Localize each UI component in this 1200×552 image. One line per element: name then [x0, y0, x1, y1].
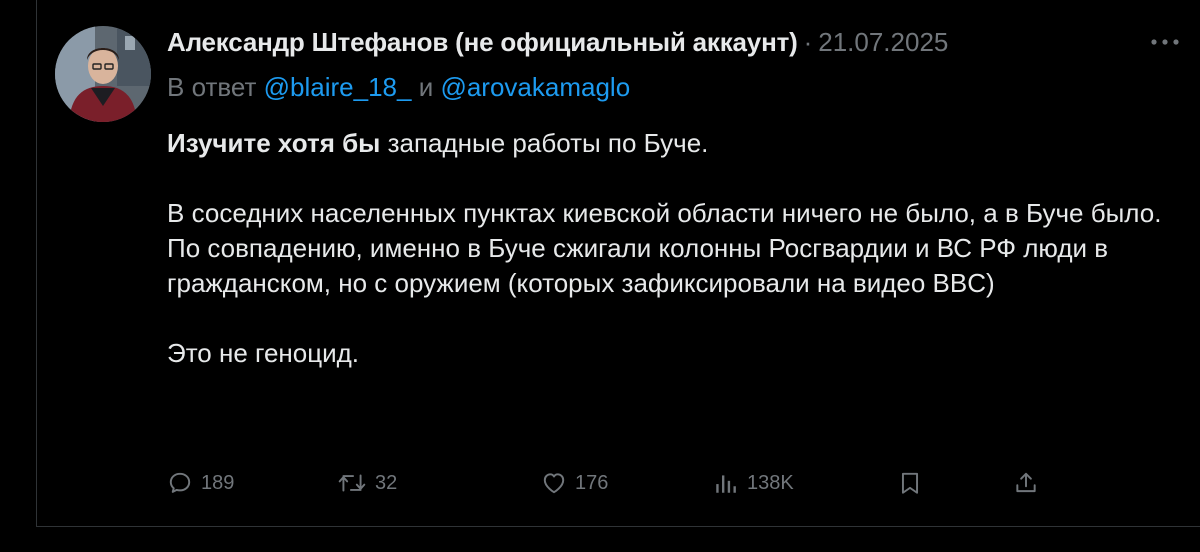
share-button[interactable]	[1013, 466, 1039, 500]
more-options-button[interactable]	[1148, 30, 1182, 54]
action-bar: 189 32 176 138K	[167, 466, 1047, 500]
reply-context: В ответ @blaire_18_ и @arovakamaglo	[167, 72, 630, 103]
reply-icon	[169, 472, 191, 493]
bookmark-button[interactable]	[897, 466, 923, 500]
tweet-date[interactable]: 21.07.2025	[818, 27, 948, 58]
reply-conjunction: и	[418, 72, 434, 102]
header-separator: ·	[803, 26, 813, 57]
mention-link[interactable]: @arovakamaglo	[440, 72, 630, 102]
reply-button[interactable]: 189	[167, 466, 234, 500]
bookmark-icon	[901, 472, 919, 494]
tweet-header: Александр Штефанов (не официальный аккау…	[167, 26, 948, 58]
avatar-image	[55, 26, 151, 122]
views-icon	[716, 475, 736, 493]
tweet-paragraph: Это не геноцид.	[167, 338, 360, 368]
like-button[interactable]: 176	[541, 466, 608, 500]
retweet-count: 32	[375, 471, 398, 494]
tweet-paragraph: В соседних населенных пунктах киевской о…	[167, 198, 1162, 298]
heart-icon	[543, 473, 565, 494]
retweet-button[interactable]: 32	[337, 466, 397, 500]
tweet-text: Изучите хотя бы западные работы по Буче.…	[167, 126, 1177, 371]
paragraph-text: западные работы по Буче.	[380, 128, 709, 158]
retweet-icon	[338, 474, 366, 492]
author-name[interactable]: Александр Штефанов (не официальный аккау…	[167, 27, 798, 58]
bold-text: Изучите хотя бы	[167, 128, 381, 158]
tweet-card[interactable]: Александр Штефанов (не официальный аккау…	[36, 0, 1200, 527]
tweet-paragraph: Изучите хотя бы западные работы по Буче.	[167, 126, 1177, 161]
views-count: 138K	[747, 471, 794, 494]
share-icon	[1016, 472, 1036, 493]
reply-prefix: В ответ	[167, 72, 257, 102]
reply-count: 189	[201, 471, 235, 494]
avatar[interactable]	[55, 26, 151, 122]
like-count: 176	[575, 471, 609, 494]
views-button[interactable]: 138K	[713, 466, 794, 500]
more-dots-icon	[1151, 39, 1179, 45]
mention-link[interactable]: @blaire_18_	[264, 72, 412, 102]
